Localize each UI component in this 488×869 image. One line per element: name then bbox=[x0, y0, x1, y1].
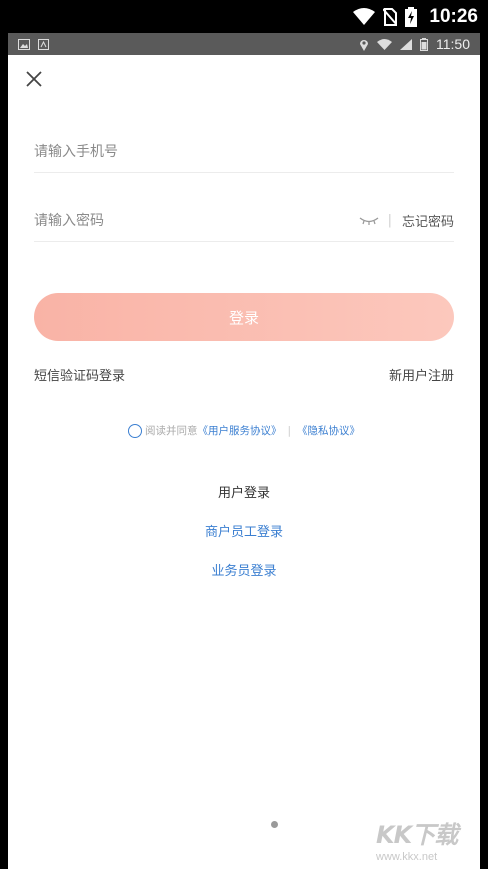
login-button[interactable]: 登录 bbox=[34, 293, 454, 341]
watermark-url: www.kkx.net bbox=[376, 851, 438, 863]
login-screen: | 忘记密码 登录 短信验证码登录 新用户注册 阅读并同意 《用户服务协议》 |… bbox=[8, 55, 480, 869]
signal-icon bbox=[400, 38, 412, 50]
agreement-row: 阅读并同意 《用户服务协议》 | 《隐私协议》 bbox=[8, 423, 480, 438]
password-field: | 忘记密码 bbox=[34, 200, 454, 242]
user-login-tab[interactable]: 用户登录 bbox=[8, 482, 480, 501]
password-separator: | bbox=[387, 213, 392, 228]
merchant-staff-login-link[interactable]: 商户员工登录 bbox=[8, 521, 480, 540]
phone-field bbox=[34, 131, 454, 173]
device-clock: 10:26 bbox=[429, 5, 478, 27]
watermark-logo: KK下载 bbox=[376, 821, 458, 849]
agree-radio[interactable] bbox=[127, 423, 142, 438]
forgot-password-link[interactable]: 忘记密码 bbox=[402, 211, 454, 230]
register-link[interactable]: 新用户注册 bbox=[389, 365, 454, 384]
app-status-bar: 11:50 bbox=[8, 33, 480, 55]
agreement-prefix: 阅读并同意 bbox=[144, 425, 198, 437]
password-input[interactable] bbox=[34, 200, 358, 241]
image-notification-icon bbox=[18, 38, 30, 50]
agreement-separator: | bbox=[287, 424, 292, 437]
no-sim-icon bbox=[383, 7, 398, 26]
close-icon[interactable] bbox=[22, 67, 46, 91]
phone-input[interactable] bbox=[34, 131, 454, 172]
battery-small-icon bbox=[420, 37, 428, 51]
privacy-agreement-link[interactable]: 《隐私协议》 bbox=[297, 423, 360, 438]
service-agreement-link[interactable]: 《用户服务协议》 bbox=[197, 423, 281, 438]
wifi-icon bbox=[353, 7, 376, 25]
eye-closed-icon[interactable] bbox=[358, 215, 380, 227]
location-icon bbox=[360, 39, 368, 51]
page-indicator-dot bbox=[271, 821, 278, 828]
salesman-login-link[interactable]: 业务员登录 bbox=[8, 560, 480, 579]
sms-login-link[interactable]: 短信验证码登录 bbox=[34, 365, 125, 384]
battery-charging-icon bbox=[405, 6, 418, 27]
wifi-small-icon bbox=[377, 38, 392, 50]
app-clock: 11:50 bbox=[436, 36, 470, 52]
app-notification-icon bbox=[38, 38, 49, 50]
site-watermark: KK下载 www.kkx.net bbox=[376, 815, 476, 865]
device-status-bar: 10:26 bbox=[0, 0, 488, 33]
login-options: 短信验证码登录 新用户注册 bbox=[34, 365, 454, 384]
